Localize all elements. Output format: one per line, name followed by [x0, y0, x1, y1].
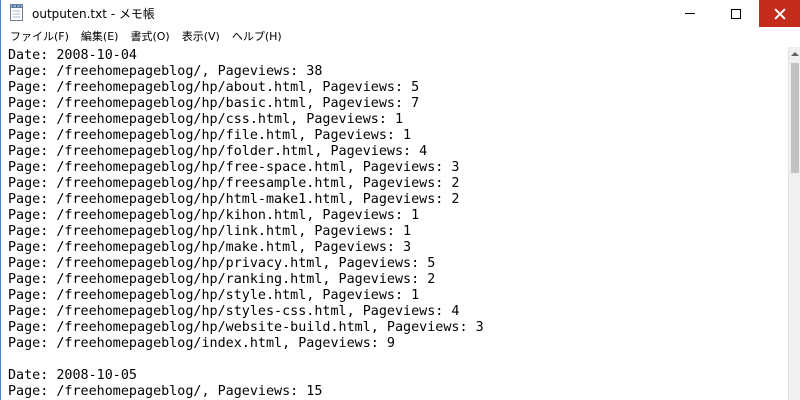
text-line: Page: /freehomepageblog/, Pageviews: 15: [8, 384, 323, 399]
arrow-up-icon: [790, 52, 799, 56]
text-line: Page: /freehomepageblog/hp/styles-css.ht…: [8, 304, 460, 319]
text-line: Page: /freehomepageblog/hp/file.html, Pa…: [8, 128, 412, 143]
menu-view[interactable]: 表示(V): [177, 27, 225, 47]
text-line: Page: /freehomepageblog/hp/free-space.ht…: [8, 160, 460, 175]
text-line: Date: 2008-10-04: [8, 48, 137, 63]
close-button[interactable]: [759, 0, 800, 27]
notepad-window: outputen.txt - メモ帳 ファイル(F) 編集(E) 書式(O) 表…: [0, 0, 800, 400]
menu-edit[interactable]: 編集(E): [76, 27, 124, 47]
maximize-button[interactable]: [713, 0, 759, 27]
text-line: Page: /freehomepageblog/hp/basic.html, P…: [8, 96, 420, 111]
menu-bar: ファイル(F) 編集(E) 書式(O) 表示(V) ヘルプ(H): [0, 27, 800, 47]
text-line: Page: /freehomepageblog/hp/style.html, P…: [8, 288, 420, 303]
title-bar[interactable]: outputen.txt - メモ帳: [0, 0, 800, 27]
window-title: outputen.txt - メモ帳: [32, 7, 155, 21]
text-line: Page: /freehomepageblog/hp/ranking.html,…: [8, 272, 436, 287]
menu-file[interactable]: ファイル(F): [5, 27, 74, 47]
menu-help[interactable]: ヘルプ(H): [227, 27, 287, 47]
minimize-icon: [685, 13, 695, 14]
text-line: Page: /freehomepageblog/hp/freesample.ht…: [8, 176, 460, 191]
scroll-up-button[interactable]: [789, 47, 800, 61]
text-line: Page: /freehomepageblog/hp/kihon.html, P…: [8, 208, 420, 223]
text-line: Page: /freehomepageblog/hp/privacy.html,…: [8, 256, 436, 271]
minimize-button[interactable]: [667, 0, 713, 27]
text-line: Page: /freehomepageblog/index.html, Page…: [8, 336, 395, 351]
vertical-scrollbar[interactable]: [788, 47, 800, 400]
text-line: Page: /freehomepageblog/hp/css.html, Pag…: [8, 112, 404, 127]
menu-format[interactable]: 書式(O): [125, 27, 174, 47]
text-line: Page: /freehomepageblog/hp/link.html, Pa…: [8, 224, 412, 239]
notepad-document-icon: [10, 4, 23, 21]
text-line: Page: /freehomepageblog/hp/folder.html, …: [8, 144, 428, 159]
text-line: Date: 2008-10-05: [8, 368, 137, 383]
text-line: Page: /freehomepageblog/hp/website-build…: [8, 320, 484, 335]
maximize-icon: [731, 8, 741, 19]
scrollbar-thumb[interactable]: [791, 63, 799, 173]
text-editor-area[interactable]: Date: 2008-10-04 Page: /freehomepageblog…: [0, 47, 788, 400]
text-line: Page: /freehomepageblog/, Pageviews: 38: [8, 64, 323, 79]
text-line: Page: /freehomepageblog/hp/html-make1.ht…: [8, 192, 460, 207]
text-line: Page: /freehomepageblog/hp/about.html, P…: [8, 80, 420, 95]
close-icon: [774, 8, 786, 20]
text-line: Page: /freehomepageblog/hp/make.html, Pa…: [8, 240, 412, 255]
